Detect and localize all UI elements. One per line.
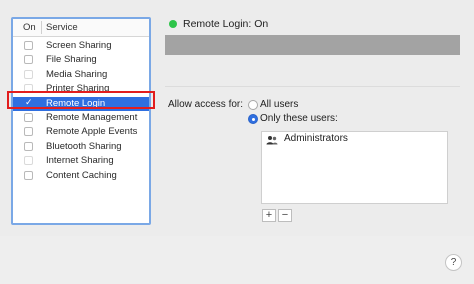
column-divider (41, 21, 42, 34)
service-list[interactable]: On Service Screen Sharing File Sharing M… (11, 17, 151, 225)
allow-access-label: Allow access for: (168, 99, 244, 110)
service-label: Content Caching (46, 169, 117, 181)
service-label: Remote Management (46, 112, 138, 123)
service-checkbox[interactable] (24, 141, 33, 151)
service-row-remote-apple-events[interactable]: Remote Apple Events (13, 125, 149, 139)
user-group-name: Administrators (284, 133, 348, 144)
service-label: Media Sharing (46, 68, 108, 80)
radio-all-users[interactable] (248, 100, 258, 110)
radio-only-these-users[interactable] (248, 114, 258, 124)
list-header: On Service (13, 19, 149, 37)
service-row-content-caching[interactable]: Content Caching (13, 169, 149, 183)
service-label: Internet Sharing (46, 155, 114, 167)
service-label: Bluetooth Sharing (46, 140, 122, 152)
radio-only-these-users-label[interactable]: Only these users: (260, 113, 338, 124)
users-list-item[interactable]: Administrators (262, 132, 447, 147)
footer-area (0, 236, 474, 284)
service-checkbox[interactable] (24, 156, 33, 166)
add-user-button[interactable]: + (262, 209, 276, 222)
service-label: Remote Apple Events (46, 126, 138, 138)
service-label: File Sharing (46, 54, 97, 66)
remote-login-highlight (7, 91, 155, 109)
group-icon (266, 136, 278, 145)
service-checkbox[interactable] (24, 69, 33, 79)
service-label: Screen Sharing (46, 40, 112, 51)
users-list[interactable]: Administrators (261, 131, 448, 204)
service-row-bluetooth-sharing[interactable]: Bluetooth Sharing (13, 140, 149, 154)
status-dot-icon (169, 20, 177, 28)
status-text: Remote Login: On (183, 18, 269, 30)
service-row-media-sharing[interactable]: Media Sharing (13, 68, 149, 82)
service-checkbox[interactable] (24, 55, 33, 65)
service-row-remote-management[interactable]: Remote Management (13, 111, 149, 125)
service-row-screen-sharing[interactable]: Screen Sharing (13, 39, 149, 53)
help-button[interactable]: ? (445, 254, 462, 271)
service-checkbox[interactable] (24, 127, 33, 137)
service-row-file-sharing[interactable]: File Sharing (13, 53, 149, 67)
service-checkbox[interactable] (24, 41, 33, 50)
connection-address-bar (165, 35, 460, 55)
remove-user-button[interactable]: − (278, 209, 292, 222)
section-divider (165, 86, 460, 87)
service-checkbox[interactable] (24, 170, 33, 180)
service-row-internet-sharing[interactable]: Internet Sharing (13, 154, 149, 168)
column-header-service: Service (46, 22, 78, 33)
radio-all-users-label[interactable]: All users (260, 99, 298, 110)
column-header-on: On (23, 22, 36, 33)
service-checkbox[interactable] (24, 113, 33, 122)
